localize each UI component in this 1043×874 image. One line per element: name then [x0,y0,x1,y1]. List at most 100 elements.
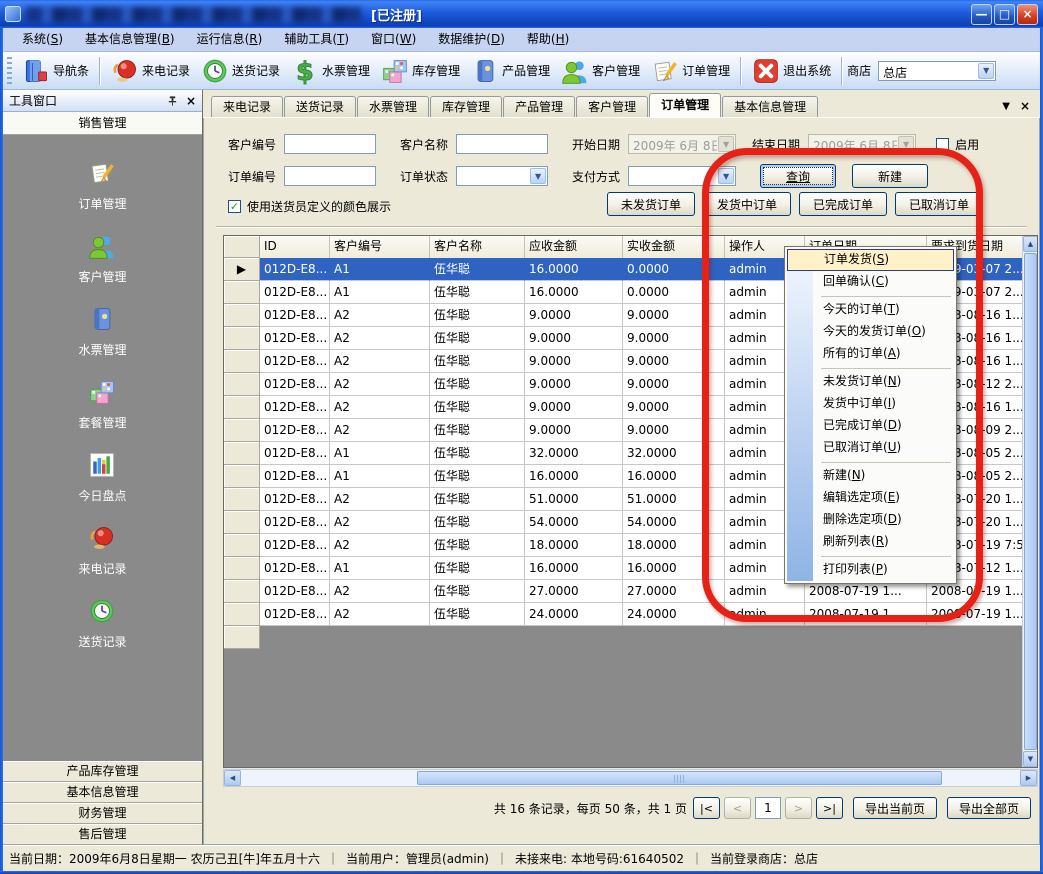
order-no-input[interactable] [284,166,376,186]
minimize-button[interactable]: — [971,4,992,25]
grid-column-header-3[interactable]: 客户名称 [430,236,525,258]
menubar-item-1[interactable]: 基本信息管理(B) [74,28,186,51]
horizontal-scrollbar[interactable]: ◀ ▶ [223,769,1038,787]
tab-2[interactable]: 水票管理 [357,96,429,117]
vertical-scrollbar[interactable]: ▲ ▼ [1022,236,1037,767]
row-selector-cell[interactable] [224,442,260,465]
context-menu-item-7[interactable]: 未发货订单(N) [787,371,954,393]
pager-page-input[interactable]: 1 [755,797,781,819]
enable-date-checkbox[interactable] [936,138,949,151]
query-button[interactable]: 查询 [760,164,836,188]
pager-last-button[interactable]: >| [816,797,843,819]
sidebar-item-3[interactable]: 套餐管理 [78,375,126,431]
context-menu-item-5[interactable]: 所有的订单(A) [787,343,954,365]
tab-0[interactable]: 来电记录 [211,96,283,117]
vertical-scrollbar-thumb[interactable] [1024,253,1037,750]
menubar-item-4[interactable]: 窗口(W) [360,28,427,51]
tab-5[interactable]: 客户管理 [576,96,648,117]
chevron-down-icon[interactable]: ▼ [978,63,994,79]
table-row[interactable]: 012D-E8...A2伍华聪24.000024.0000admin2008-0… [224,603,1037,626]
grid-column-header-4[interactable]: 应收金额 [525,236,623,258]
row-selector-cell[interactable] [224,534,260,557]
context-menu-item-8[interactable]: 发货中订单(I) [787,393,954,415]
row-selector-cell[interactable]: ▶ [224,258,260,281]
new-button[interactable]: 新建 [852,164,928,188]
order-status-filter-button-2[interactable]: 已完成订单 [799,192,887,216]
tab-4[interactable]: 产品管理 [503,96,575,117]
order-status-combobox[interactable]: ▼ [456,166,548,186]
toolbar-button-8[interactable]: 订单管理 [645,54,735,88]
close-tab-icon[interactable]: × [1020,99,1030,113]
close-sidebar-icon[interactable]: × [186,94,196,108]
row-selector-cell[interactable] [224,373,260,396]
sidebar-item-2[interactable]: 水票管理 [78,302,126,358]
row-selector-cell[interactable] [224,488,260,511]
grid-column-header-5[interactable]: 实收金额 [623,236,725,258]
menubar-item-0[interactable]: 系统(S) [11,28,74,51]
tab-7[interactable]: 基本信息管理 [722,96,818,117]
pager-prev-button[interactable]: < [724,797,751,819]
row-selector-cell[interactable] [224,350,260,373]
menubar-item-2[interactable]: 运行信息(R) [186,28,274,51]
grid-column-header-0[interactable] [224,236,260,258]
color-display-checkbox[interactable]: ✓ [228,200,241,213]
sidebar-item-6[interactable]: 送货记录 [78,594,126,650]
menubar-item-3[interactable]: 辅助工具(T) [273,28,360,51]
context-menu-item-13[interactable]: 编辑选定项(E) [787,487,954,509]
pager-next-button[interactable]: > [785,797,812,819]
row-selector-cell[interactable] [224,281,260,304]
order-status-filter-button-1[interactable]: 发货中订单 [703,192,791,216]
horizontal-scrollbar-thumb[interactable] [417,771,942,785]
toolbar-button-3[interactable]: 送货记录 [195,54,285,88]
tab-1[interactable]: 送货记录 [284,96,356,117]
menubar-item-6[interactable]: 帮助(H) [516,28,580,51]
sidebar-item-4[interactable]: 今日盘点 [78,448,126,504]
shop-combobox[interactable]: 总店 ▼ [878,61,996,81]
order-status-filter-button-0[interactable]: 未发货订单 [607,192,695,216]
scroll-left-icon[interactable]: ◀ [224,770,241,786]
toolbar-button-6[interactable]: 产品管理 [465,54,555,88]
customer-no-input[interactable] [284,134,376,154]
customer-name-input[interactable] [456,134,548,154]
sidebar-item-5[interactable]: 来电记录 [78,521,126,577]
tab-3[interactable]: 库存管理 [430,96,502,117]
export-all-pages-button[interactable]: 导出全部页 [947,797,1031,819]
toolbar-button-2[interactable]: 来电记录 [105,54,195,88]
toolbar-button-10[interactable]: 退出系统 [746,54,836,88]
context-menu-item-4[interactable]: 今天的发货订单(O) [787,321,954,343]
sidebar-group-1[interactable]: 基本信息管理 [3,782,202,803]
row-selector-cell[interactable] [224,603,260,626]
context-menu-item-3[interactable]: 今天的订单(T) [787,299,954,321]
scroll-down-icon[interactable]: ▼ [1023,751,1038,767]
row-selector-cell[interactable] [224,419,260,442]
tab-list-dropdown-icon[interactable]: ▼ [1002,101,1010,112]
toolbar-button-5[interactable]: 库存管理 [375,54,465,88]
export-current-page-button[interactable]: 导出当前页 [853,797,937,819]
sidebar-group-0[interactable]: 产品库存管理 [3,761,202,782]
row-selector-cell[interactable] [224,465,260,488]
maximize-button[interactable]: □ [994,4,1015,25]
toolbar-button-4[interactable]: $水票管理 [285,54,375,88]
grid-column-header-1[interactable]: ID [260,236,330,258]
context-menu-item-9[interactable]: 已完成订单(D) [787,415,954,437]
pager-first-button[interactable]: |< [693,797,720,819]
scroll-right-icon[interactable]: ▶ [1020,770,1037,786]
sidebar-group-2[interactable]: 财务管理 [3,803,202,824]
context-menu-item-14[interactable]: 删除选定项(D) [787,509,954,531]
pay-method-combobox[interactable]: ▼ [628,166,736,186]
row-selector-cell[interactable] [224,511,260,534]
order-status-filter-button-3[interactable]: 已取消订单 [895,192,983,216]
scroll-up-icon[interactable]: ▲ [1023,236,1038,252]
row-selector-cell[interactable] [224,304,260,327]
context-menu-item-10[interactable]: 已取消订单(U) [787,437,954,459]
toolbar-button-7[interactable]: 客户管理 [555,54,645,88]
sidebar-item-0[interactable]: 订单管理 [78,156,126,212]
context-menu-item-0[interactable]: 订单发货(S) [787,249,954,271]
sidebar-item-1[interactable]: 客户管理 [78,229,126,285]
chevron-down-icon[interactable]: ▼ [530,168,546,184]
row-selector-cell[interactable] [224,396,260,419]
context-menu-item-12[interactable]: 新建(N) [787,465,954,487]
row-selector-cell[interactable] [224,557,260,580]
row-selector-cell[interactable] [224,327,260,350]
toolbar-button-0[interactable]: 导航条 [16,54,94,88]
